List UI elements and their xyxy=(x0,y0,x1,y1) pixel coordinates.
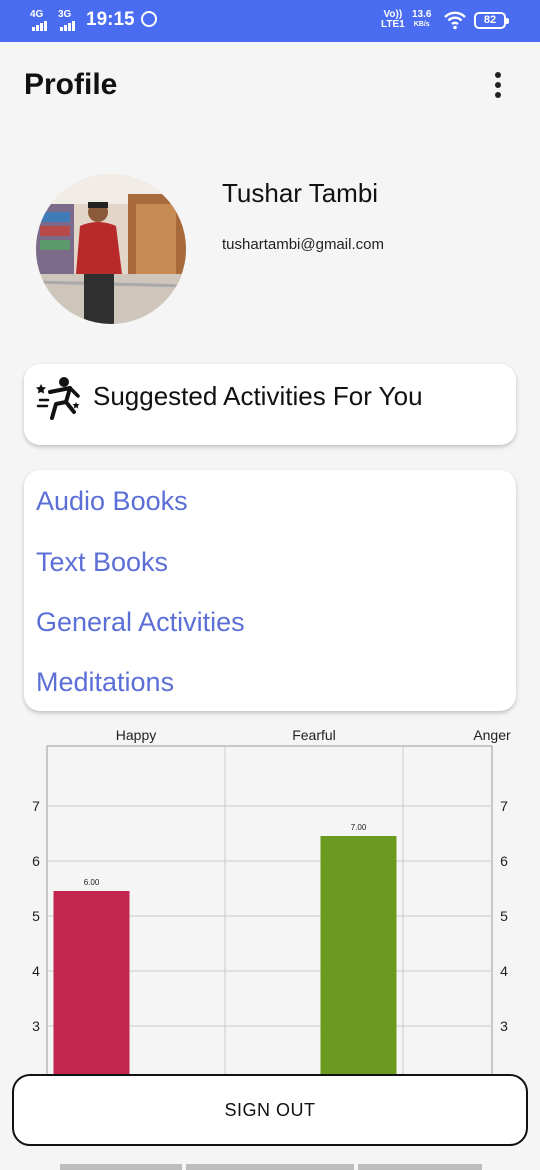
suggested-activities-card[interactable]: Suggested Activities For You xyxy=(24,364,516,445)
network-4g: 4G xyxy=(30,9,44,20)
y-tick-label-right: 6 xyxy=(500,853,508,869)
network-3g: 3G xyxy=(58,9,72,20)
avatar[interactable] xyxy=(36,174,186,324)
chart-bar xyxy=(53,891,130,1078)
avatar-photo xyxy=(36,174,186,324)
signal-icon xyxy=(60,21,75,31)
y-tick-label-right: 3 xyxy=(500,1018,508,1034)
speed-unit: KB/s xyxy=(413,21,430,28)
whatsapp-icon xyxy=(141,11,157,27)
volte-indicator: Vo)) LTE1 xyxy=(381,10,405,30)
link-audio-books[interactable]: Audio Books xyxy=(36,486,188,517)
suggested-activities-label: Suggested Activities For You xyxy=(93,381,423,411)
y-tick-label-right: 7 xyxy=(500,798,508,814)
more-vertical-icon[interactable] xyxy=(488,70,508,100)
network-speed: 13.6 KB/s xyxy=(412,10,431,30)
clock: 19:15 xyxy=(86,9,135,30)
emotion-bar-chart: 223344556677HappyFearfulAnger6.002.007.0… xyxy=(32,727,511,1078)
chart-bar xyxy=(320,836,397,1078)
wifi-icon xyxy=(444,11,466,30)
activity-links-card: Audio Books Text Books General Activitie… xyxy=(24,470,516,711)
link-meditations[interactable]: Meditations xyxy=(36,667,174,698)
user-email: tushartambi@gmail.com xyxy=(222,236,384,253)
y-tick-label-left: 5 xyxy=(32,908,40,924)
y-tick-label-left: 7 xyxy=(32,798,40,814)
page-title: Profile xyxy=(24,68,118,101)
x-category-label: Anger xyxy=(473,727,511,743)
bottom-nav-item[interactable] xyxy=(186,1164,354,1170)
speed-value: 13.6 xyxy=(412,9,432,20)
user-name: Tushar Tambi xyxy=(222,178,379,208)
bar-value-label: 6.00 xyxy=(84,878,100,887)
y-tick-label-left: 6 xyxy=(32,853,40,869)
volte-bottom: LTE1 xyxy=(381,19,405,30)
battery-icon: 82 xyxy=(474,12,509,29)
y-tick-label-left: 3 xyxy=(32,1018,40,1034)
link-general-activities[interactable]: General Activities xyxy=(36,607,245,638)
running-person-icon xyxy=(36,377,80,420)
bar-value-label: 7.00 xyxy=(351,823,367,832)
y-tick-label-left: 4 xyxy=(32,963,40,979)
bottom-nav-item[interactable] xyxy=(60,1164,182,1170)
signal-icon xyxy=(32,21,47,31)
x-category-label: Fearful xyxy=(292,727,336,743)
x-category-label: Happy xyxy=(116,727,156,743)
sign-out-button[interactable]: SIGN OUT xyxy=(12,1074,528,1146)
bottom-nav-item[interactable] xyxy=(358,1164,482,1170)
y-tick-label-right: 5 xyxy=(500,908,508,924)
link-text-books[interactable]: Text Books xyxy=(36,547,168,578)
y-tick-label-right: 4 xyxy=(500,963,508,979)
status-bar: 4G 3G 19:15 Vo)) LTE1 13.6 KB/s 82 xyxy=(0,0,540,42)
